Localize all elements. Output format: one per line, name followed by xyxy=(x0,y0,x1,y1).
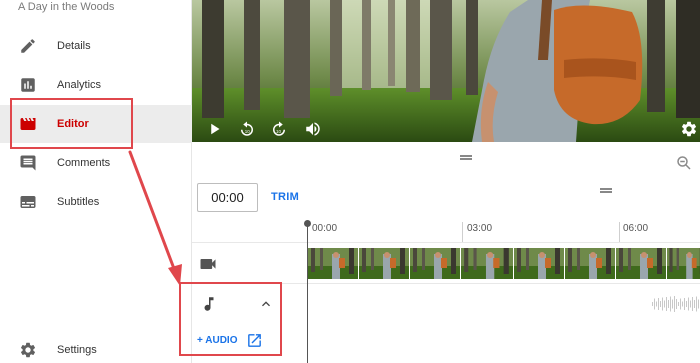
sidebar-item-label: Settings xyxy=(57,344,97,356)
trim-button[interactable]: TRIM xyxy=(271,191,299,203)
filmstrip-frame xyxy=(359,248,409,279)
video-title: A Day in the Woods xyxy=(18,1,115,13)
settings-gear-icon[interactable] xyxy=(680,120,698,138)
sidebar-item-label: Analytics xyxy=(57,79,102,91)
gear-icon xyxy=(20,342,36,358)
zoom-out-icon[interactable] xyxy=(675,154,693,172)
video-preview[interactable]: 10 10 xyxy=(192,0,700,142)
video-track-filmstrip[interactable] xyxy=(308,248,700,279)
filmstrip-frame xyxy=(514,248,564,279)
filmstrip-frame xyxy=(308,248,358,279)
ruler-tick xyxy=(462,222,463,242)
audio-waveform xyxy=(652,296,699,312)
playhead-handle[interactable] xyxy=(304,220,311,227)
forward-10-icon[interactable]: 10 xyxy=(270,120,288,138)
sidebar-item-settings[interactable]: Settings xyxy=(0,331,192,363)
ruler-tick xyxy=(619,222,620,242)
sidebar-item-details[interactable]: Details xyxy=(0,27,192,65)
filmstrip-frame xyxy=(616,248,666,279)
ruler-label: 00:00 xyxy=(312,223,338,234)
analytics-icon xyxy=(21,78,35,92)
svg-text:10: 10 xyxy=(276,129,282,134)
sidebar-item-label: Subtitles xyxy=(57,196,100,208)
annotation-arrow xyxy=(128,150,182,286)
pencil-icon xyxy=(21,39,35,53)
player-controls: 10 10 xyxy=(192,114,700,142)
sidebar-item-label: Details xyxy=(57,40,91,52)
editor-highlight-box xyxy=(10,98,133,149)
video-track-header xyxy=(192,243,287,283)
audio-highlight-box xyxy=(179,282,282,356)
timeline-drag-handle[interactable] xyxy=(600,188,612,193)
volume-icon[interactable] xyxy=(304,120,322,138)
filmstrip-frame xyxy=(461,248,513,279)
svg-text:10: 10 xyxy=(245,129,251,134)
rewind-10-icon[interactable]: 10 xyxy=(238,120,256,138)
ruler-label: 06:00 xyxy=(623,223,649,234)
filmstrip-frame xyxy=(565,248,615,279)
subtitles-icon xyxy=(20,196,36,208)
current-time-field[interactable]: 00:00 xyxy=(197,183,258,212)
ruler-label: 03:00 xyxy=(467,223,493,234)
filmstrip-frame xyxy=(667,248,700,279)
playhead[interactable] xyxy=(307,222,308,363)
video-camera-icon xyxy=(200,259,216,269)
filmstrip-frame xyxy=(410,248,460,279)
play-icon[interactable] xyxy=(206,120,224,138)
comment-icon xyxy=(20,155,36,171)
resize-handle[interactable] xyxy=(460,155,472,160)
sidebar-item-label: Comments xyxy=(57,157,111,169)
